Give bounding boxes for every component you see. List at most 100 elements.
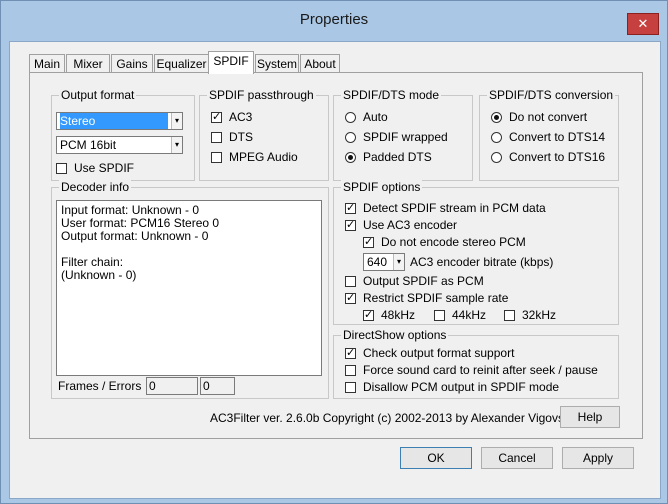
dialog-client: Main Mixer Gains Equalizer SPDIF System … (9, 41, 661, 499)
detect-spdif-checkbox[interactable]: ✓ Detect SPDIF stream in PCM data (345, 201, 546, 215)
close-icon[interactable]: ✕ (627, 13, 659, 35)
rate-48khz-checkbox[interactable]: ✓ 48kHz (363, 308, 415, 322)
check-output-format-checkbox[interactable]: ✓ Check output format support (345, 346, 514, 360)
chevron-down-icon[interactable]: ▾ (393, 254, 404, 270)
group-title: DirectShow options (341, 328, 449, 342)
convert-dts14-radio[interactable]: Convert to DTS14 (491, 130, 605, 144)
cancel-button[interactable]: Cancel (481, 447, 553, 469)
radio-label: Padded DTS (363, 150, 432, 164)
chevron-down-icon[interactable]: ▾ (171, 113, 182, 129)
spdif-wrapped-radio[interactable]: SPDIF wrapped (345, 130, 448, 144)
checkbox-box[interactable] (345, 381, 356, 393)
convert-dts16-radio[interactable]: Convert to DTS16 (491, 150, 605, 164)
frames-field: 0 (146, 377, 198, 395)
checkbox-box[interactable]: ✓ (211, 111, 222, 123)
output-spdif-pcm-checkbox[interactable]: Output SPDIF as PCM (345, 274, 484, 288)
checkbox-box[interactable]: ✓ (363, 309, 374, 321)
checkbox-box[interactable] (211, 131, 222, 143)
group-title: Decoder info (59, 180, 132, 194)
apply-button[interactable]: Apply (562, 447, 634, 469)
dts-checkbox[interactable]: DTS (211, 130, 253, 144)
checkbox-box[interactable] (211, 151, 222, 163)
checkbox-box[interactable]: ✓ (345, 202, 356, 214)
checkbox-box[interactable]: ✓ (345, 292, 356, 304)
chevron-down-icon[interactable]: ▾ (171, 137, 182, 153)
spdif-options-group: SPDIF options ✓ Detect SPDIF stream in P… (333, 180, 619, 325)
checkbox-label: AC3 (229, 110, 253, 124)
do-not-convert-radio[interactable]: Do not convert (491, 110, 587, 124)
dts-conversion-group: SPDIF/DTS conversion Do not convert Conv… (479, 88, 619, 181)
tab-about[interactable]: About (300, 54, 340, 73)
group-title: SPDIF options (341, 180, 423, 194)
radio-dot[interactable] (491, 131, 502, 143)
checkbox-label: 32kHz (522, 308, 557, 322)
title-bar[interactable]: Properties ✕ (1, 1, 667, 41)
radio-dot[interactable] (345, 111, 356, 123)
ok-button[interactable]: OK (400, 447, 472, 469)
tab-gains[interactable]: Gains (111, 54, 153, 73)
mpeg-audio-checkbox[interactable]: MPEG Audio (211, 150, 298, 164)
bitrate-value: 640 (367, 255, 388, 269)
tab-main[interactable]: Main (29, 54, 65, 73)
decoder-info-group: Decoder info Input format: Unknown - 0 U… (51, 180, 329, 399)
checkbox-label: 48kHz (381, 308, 416, 322)
tab-mixer[interactable]: Mixer (66, 54, 110, 73)
checkbox-box[interactable] (56, 162, 67, 174)
no-stereo-pcm-checkbox[interactable]: ✓ Do not encode stereo PCM (363, 235, 526, 249)
radio-dot[interactable] (345, 151, 356, 163)
tab-system[interactable]: System (255, 54, 299, 73)
radio-label: Do not convert (509, 110, 588, 124)
radio-dot[interactable] (491, 151, 502, 163)
sample-format-value: PCM 16bit (60, 138, 117, 152)
checkbox-box[interactable] (434, 309, 445, 321)
tab-equalizer[interactable]: Equalizer (154, 54, 209, 73)
use-ac3-encoder-checkbox[interactable]: ✓ Use AC3 encoder (345, 218, 457, 232)
checkbox-label: Use SPDIF (74, 161, 135, 175)
checkbox-label: Disallow PCM output in SPDIF mode (363, 380, 560, 394)
checkbox-label: 44kHz (452, 308, 487, 322)
checkbox-box[interactable] (345, 275, 356, 287)
spdif-passthrough-group: SPDIF passthrough ✓ AC3 DTS MPEG Audio (199, 88, 329, 181)
properties-window: Properties ✕ Main Mixer Gains Equalizer … (0, 0, 668, 504)
window-title: Properties (299, 11, 369, 28)
decoder-info-text[interactable]: Input format: Unknown - 0 User format: P… (56, 200, 322, 376)
checkbox-box[interactable]: ✓ (345, 347, 356, 359)
checkbox-box[interactable] (345, 364, 356, 376)
checkbox-label: Do not encode stereo PCM (381, 235, 526, 249)
group-title: Output format (59, 88, 137, 102)
checkbox-label: DTS (229, 130, 253, 144)
ac3-checkbox[interactable]: ✓ AC3 (211, 110, 252, 124)
checkbox-box[interactable]: ✓ (345, 219, 356, 231)
help-button[interactable]: Help (560, 406, 620, 428)
format-value: Stereo (60, 113, 168, 129)
force-reinit-checkbox[interactable]: Force sound card to reinit after seek / … (345, 363, 598, 377)
checkbox-label: Detect SPDIF stream in PCM data (363, 201, 546, 215)
checkbox-label: Force sound card to reinit after seek / … (363, 363, 598, 377)
sample-format-select[interactable]: PCM 16bit ▾ (56, 136, 183, 154)
radio-label: Convert to DTS14 (509, 130, 606, 144)
disallow-pcm-checkbox[interactable]: Disallow PCM output in SPDIF mode (345, 380, 559, 394)
rate-44khz-checkbox[interactable]: 44kHz (434, 308, 486, 322)
format-select[interactable]: Stereo ▾ (56, 112, 183, 130)
radio-dot[interactable] (345, 131, 356, 143)
checkbox-box[interactable]: ✓ (363, 236, 374, 248)
output-format-group: Output format Stereo ▾ PCM 16bit ▾ Use S… (51, 88, 195, 181)
rate-32khz-checkbox[interactable]: 32kHz (504, 308, 556, 322)
checkbox-box[interactable] (504, 309, 515, 321)
bitrate-select[interactable]: 640 ▾ (363, 253, 405, 271)
auto-radio[interactable]: Auto (345, 110, 388, 124)
tab-spdif[interactable]: SPDIF (208, 51, 254, 74)
use-spdif-checkbox[interactable]: Use SPDIF (56, 161, 134, 175)
checkbox-label: MPEG Audio (229, 150, 298, 164)
radio-label: SPDIF wrapped (363, 130, 448, 144)
group-title: SPDIF/DTS conversion (487, 88, 616, 102)
restrict-sample-rate-checkbox[interactable]: ✓ Restrict SPDIF sample rate (345, 291, 508, 305)
copyright-text: AC3Filter ver. 2.6.0b Copyright (c) 2002… (210, 411, 576, 425)
group-title: SPDIF/DTS mode (341, 88, 442, 102)
radio-label: Auto (363, 110, 388, 124)
spdif-panel: Output format Stereo ▾ PCM 16bit ▾ Use S… (29, 72, 643, 439)
radio-dot[interactable] (491, 111, 502, 123)
padded-dts-radio[interactable]: Padded DTS (345, 150, 432, 164)
errors-field: 0 (200, 377, 235, 395)
checkbox-label: Output SPDIF as PCM (363, 274, 484, 288)
